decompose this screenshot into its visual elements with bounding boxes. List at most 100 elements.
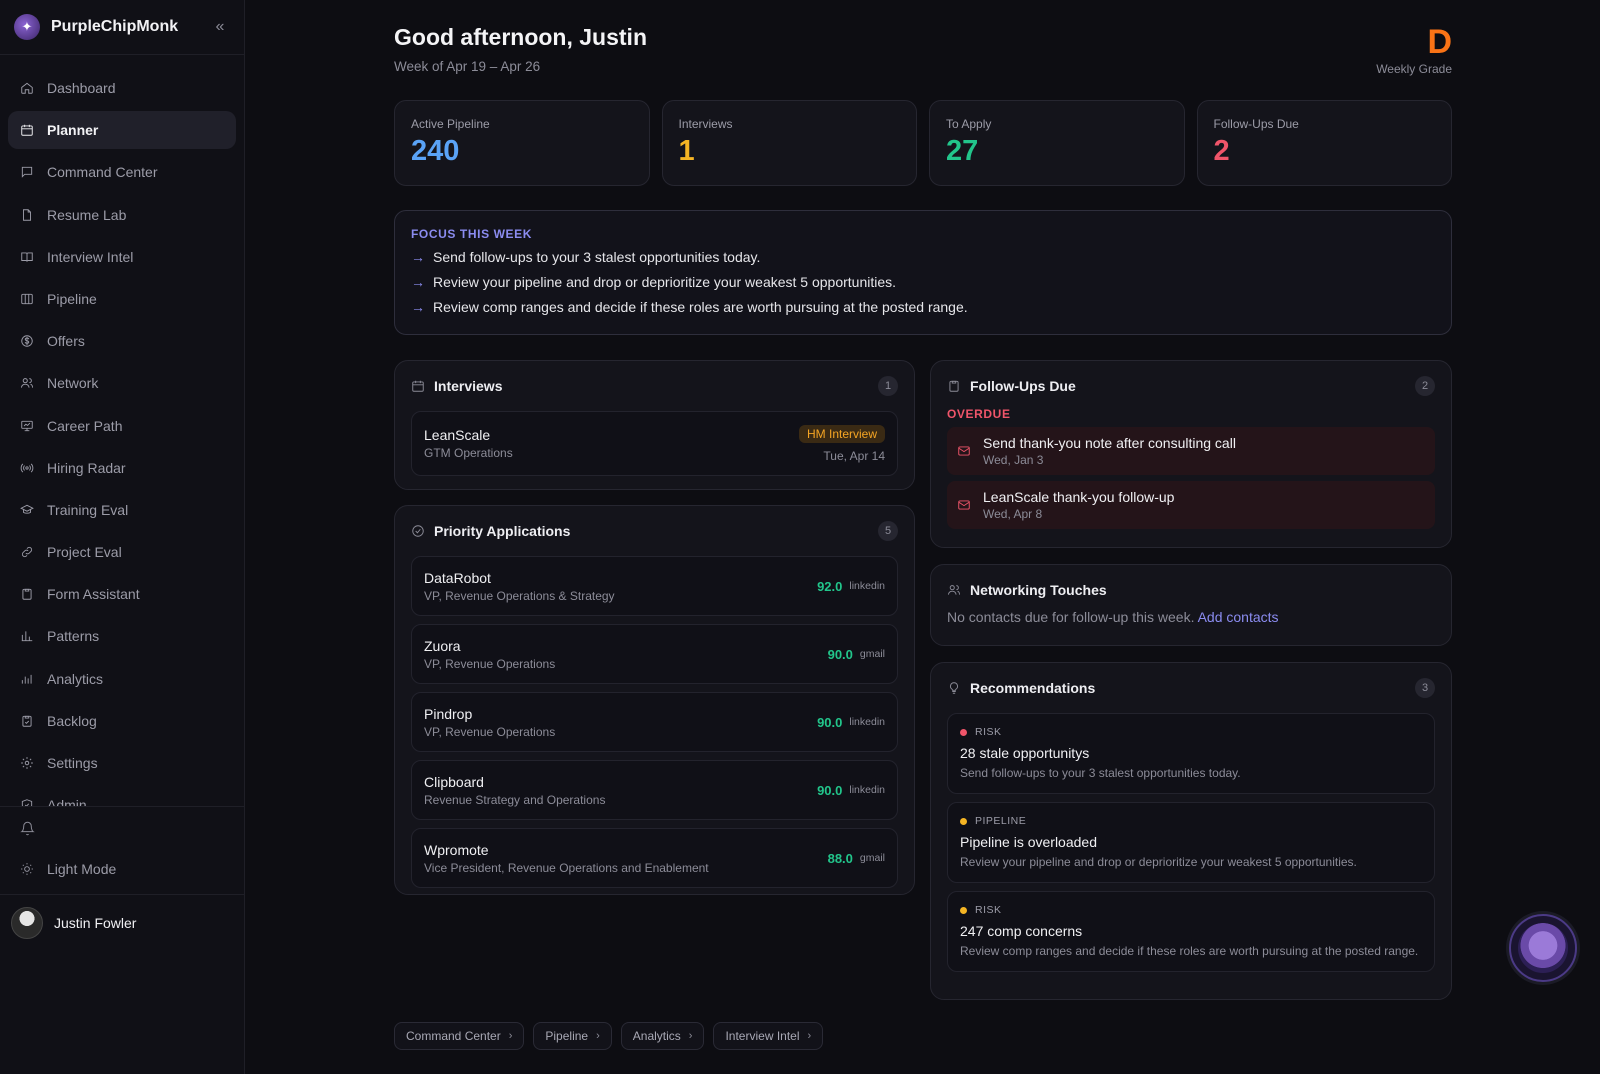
networking-card: Networking Touches No contacts due for f… bbox=[930, 564, 1452, 646]
focus-item: → Review comp ranges and decide if these … bbox=[411, 298, 1435, 316]
focus-this-week: FOCUS THIS WEEK → Send follow-ups to your… bbox=[394, 210, 1452, 335]
overdue-label: OVERDUE bbox=[947, 407, 1011, 421]
quick-link-command-center[interactable]: Command Center › bbox=[394, 1022, 525, 1050]
sidebar-item-project-eval[interactable]: Project Eval bbox=[8, 533, 236, 571]
quick-link-label: Pipeline bbox=[545, 1029, 589, 1043]
chevron-right-icon: › bbox=[596, 1030, 600, 1042]
role-name: Vice President, Revenue Operations and E… bbox=[424, 860, 709, 875]
sidebar-item-network[interactable]: Network bbox=[8, 364, 236, 402]
match-score: 90.0 bbox=[827, 646, 853, 662]
match-score: 92.0 bbox=[817, 578, 843, 594]
file-icon bbox=[20, 208, 34, 222]
users-icon bbox=[947, 585, 961, 595]
tag-label: PIPELINE bbox=[975, 815, 1027, 827]
light-mode-toggle[interactable]: Light Mode bbox=[0, 849, 244, 889]
match-score: 90.0 bbox=[817, 782, 843, 798]
arrow-right-icon: → bbox=[411, 299, 425, 315]
stat-value: 240 bbox=[411, 135, 460, 167]
interviews-title: Interviews bbox=[434, 378, 503, 394]
stat-value: 1 bbox=[678, 135, 695, 167]
focus-title: FOCUS THIS WEEK bbox=[411, 227, 533, 241]
interviews-header: Interviews 1 bbox=[395, 361, 914, 411]
stat-interviews[interactable]: Interviews 1 bbox=[661, 100, 917, 186]
recommendations-title: Recommendations bbox=[970, 680, 1096, 696]
source-label: gmail bbox=[859, 648, 885, 660]
sidebar-item-label: Analytics bbox=[47, 670, 104, 687]
sidebar-item-label: Hiring Radar bbox=[47, 459, 126, 476]
recommendation-item[interactable]: RISK 28 stale opportunitys Send follow-ups… bbox=[947, 713, 1435, 794]
focus-item: → Review your pipeline and drop or deprio… bbox=[411, 273, 1435, 291]
notifications-bell-icon[interactable] bbox=[0, 807, 244, 849]
sidebar-item-form-assistant[interactable]: Form Assistant bbox=[8, 575, 236, 613]
stat-label: To Apply bbox=[946, 117, 992, 131]
focus-item: → Send follow-ups to your 3 stalest oppor… bbox=[411, 248, 1435, 266]
arrow-right-icon: → bbox=[411, 249, 425, 265]
stat-label: Follow-Ups Due bbox=[1213, 117, 1299, 131]
user-profile[interactable]: Justin Fowler bbox=[0, 894, 244, 950]
recommendation-item[interactable]: RISK 247 comp concerns Review comp ranges … bbox=[947, 891, 1435, 972]
chevron-right-icon: › bbox=[688, 1030, 693, 1042]
assistant-mascot-button[interactable] bbox=[1509, 914, 1577, 982]
presentation-icon bbox=[20, 419, 34, 433]
sidebar-item-pipeline[interactable]: Pipeline bbox=[8, 280, 236, 318]
radio-icon bbox=[20, 461, 34, 475]
role-name: VP, Revenue Operations bbox=[424, 724, 556, 739]
sidebar-item-label: Command Center bbox=[47, 164, 158, 181]
add-contacts-link[interactable]: Add contacts bbox=[1198, 609, 1279, 625]
stat-value: 2 bbox=[1213, 135, 1230, 167]
sidebar-item-offers[interactable]: Offers bbox=[8, 322, 236, 360]
collapse-sidebar-icon[interactable]: « bbox=[210, 18, 230, 36]
sidebar-item-label: Training Eval bbox=[47, 501, 129, 518]
users-icon bbox=[20, 376, 34, 390]
quick-links: Command Center › Pipeline › Analytics › Interv… bbox=[394, 1022, 824, 1050]
sidebar-item-patterns[interactable]: Patterns bbox=[8, 617, 236, 655]
stat-follow-ups-due[interactable]: Follow-Ups Due 2 bbox=[1196, 100, 1452, 186]
stat-active-pipeline[interactable]: Active Pipeline 240 bbox=[394, 100, 650, 186]
sidebar-item-backlog[interactable]: Backlog bbox=[8, 702, 236, 740]
priority-application-row[interactable]: DataRobot VP, Revenue Operations & Strate… bbox=[411, 556, 898, 616]
chipmunk-mascot-icon bbox=[1518, 923, 1568, 973]
sidebar-item-label: Offers bbox=[47, 333, 85, 350]
priority-application-row[interactable]: Pindrop VP, Revenue Operations 90.0 linkedi… bbox=[411, 692, 898, 752]
quick-link-interview-intel[interactable]: Interview Intel › bbox=[713, 1022, 824, 1050]
sun-icon bbox=[21, 863, 33, 875]
quick-link-pipeline[interactable]: Pipeline › bbox=[533, 1022, 612, 1050]
check-circle-icon bbox=[412, 525, 424, 537]
role-name: Revenue Strategy and Operations bbox=[424, 792, 606, 807]
priority-application-row[interactable]: Clipboard Revenue Strategy and Operations… bbox=[411, 760, 898, 820]
quick-link-analytics[interactable]: Analytics › bbox=[620, 1022, 705, 1050]
sidebar-item-training-eval[interactable]: Training Eval bbox=[8, 491, 236, 529]
brand-name: PurpleChipMonk bbox=[51, 18, 179, 35]
sidebar-item-planner[interactable]: Planner bbox=[8, 111, 236, 150]
sidebar-item-settings[interactable]: Settings bbox=[8, 744, 236, 782]
sidebar-item-label: Project Eval bbox=[47, 544, 122, 561]
recommendation-item[interactable]: PIPELINE Pipeline is overloaded Review you… bbox=[947, 802, 1435, 883]
sidebar-item-interview-intel[interactable]: Interview Intel bbox=[8, 238, 236, 276]
overdue-item[interactable]: Send thank-you note after consulting cal… bbox=[947, 427, 1435, 475]
brand-header: ✦ PurpleChipMonk « bbox=[0, 0, 244, 55]
mail-icon bbox=[958, 446, 970, 456]
priority-application-row[interactable]: Wpromote Vice President, Revenue Operatio… bbox=[411, 828, 898, 888]
source-label: linkedin bbox=[849, 580, 885, 592]
sidebar-item-resume-lab[interactable]: Resume Lab bbox=[8, 196, 236, 234]
sidebar-item-analytics[interactable]: Analytics bbox=[8, 660, 236, 698]
match-score: 88.0 bbox=[827, 850, 853, 866]
sidebar-item-career-path[interactable]: Career Path bbox=[8, 407, 236, 445]
networking-message: No contacts due for follow-up this week.… bbox=[931, 609, 1451, 625]
stat-to-apply[interactable]: To Apply 27 bbox=[929, 100, 1185, 186]
link-icon bbox=[20, 545, 34, 559]
chevron-right-icon: › bbox=[807, 1030, 812, 1042]
networking-title: Networking Touches bbox=[970, 582, 1107, 598]
grade-letter: D bbox=[1427, 23, 1452, 61]
interview-row[interactable]: LeanScale GTM Operations HM Interview Tu… bbox=[411, 411, 898, 476]
sidebar-item-command-center[interactable]: Command Center bbox=[8, 153, 236, 191]
match-score: 90.0 bbox=[817, 714, 843, 730]
sidebar-item-hiring-radar[interactable]: Hiring Radar bbox=[8, 449, 236, 487]
priority-application-row[interactable]: Zuora VP, Revenue Operations 90.0 gmail bbox=[411, 624, 898, 684]
home-icon bbox=[20, 81, 34, 95]
overdue-item[interactable]: LeanScale thank-you follow-up Wed, Apr 8 bbox=[947, 481, 1435, 529]
sidebar-item-dashboard[interactable]: Dashboard bbox=[8, 69, 236, 107]
week-range: Week of Apr 19 – Apr 26 bbox=[394, 59, 541, 74]
sidebar-item-admin[interactable]: Admin bbox=[8, 786, 236, 807]
sidebar: ✦ PurpleChipMonk « Dashboard Planner Comma… bbox=[0, 0, 245, 1074]
